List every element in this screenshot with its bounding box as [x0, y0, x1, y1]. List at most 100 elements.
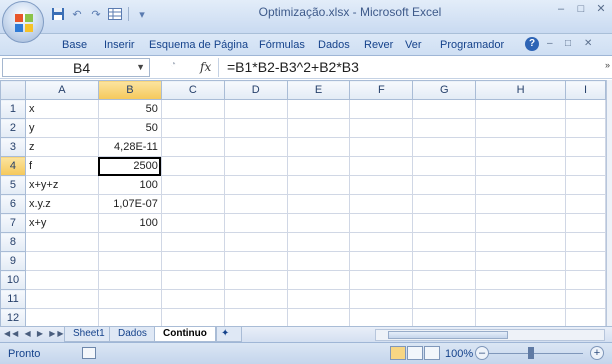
- zoom-level[interactable]: 100%: [445, 348, 473, 360]
- cell-a5[interactable]: x+y+z: [24, 175, 99, 195]
- ribbon-close-button[interactable]: ✕: [584, 38, 592, 49]
- cell-g12[interactable]: [412, 308, 477, 328]
- insert-sheet-icon[interactable]: ✦: [216, 327, 242, 342]
- cell-h11[interactable]: [475, 289, 567, 309]
- row-header[interactable]: 8: [0, 232, 26, 252]
- cell-d7[interactable]: [223, 213, 288, 233]
- cell-h2[interactable]: [475, 118, 567, 138]
- cell-i9[interactable]: [565, 251, 606, 271]
- cell-e12[interactable]: [286, 308, 351, 328]
- formula-expand-icon[interactable]: »: [605, 60, 610, 70]
- vertical-scrollbar[interactable]: [606, 80, 612, 326]
- cell-g11[interactable]: [412, 289, 477, 309]
- cell-f7[interactable]: [349, 213, 414, 233]
- cell-g2[interactable]: [412, 118, 477, 138]
- cell-b7[interactable]: 100: [97, 213, 162, 233]
- row-header[interactable]: 12: [0, 308, 26, 328]
- column-header-i[interactable]: I: [565, 80, 606, 100]
- cell-i1[interactable]: [565, 99, 606, 119]
- cell-b12[interactable]: [97, 308, 162, 328]
- cell-g8[interactable]: [412, 232, 477, 252]
- tab-base[interactable]: Base: [62, 39, 87, 51]
- cell-f11[interactable]: [349, 289, 414, 309]
- cell-i2[interactable]: [565, 118, 606, 138]
- row-header[interactable]: 5: [0, 175, 26, 195]
- formula-input[interactable]: =B1*B2-B3^2+B2*B3: [218, 58, 606, 77]
- cell-b10[interactable]: [97, 270, 162, 290]
- cell-h10[interactable]: [475, 270, 567, 290]
- help-icon[interactable]: ?: [525, 37, 539, 51]
- cell-g9[interactable]: [412, 251, 477, 271]
- cell-h12[interactable]: [475, 308, 567, 328]
- cell-e6[interactable]: [286, 194, 351, 214]
- zoom-slider-thumb[interactable]: [528, 347, 534, 359]
- cell-a9[interactable]: [24, 251, 99, 271]
- cell-g7[interactable]: [412, 213, 477, 233]
- row-header[interactable]: 2: [0, 118, 26, 138]
- page-layout-view-button[interactable]: [407, 346, 423, 360]
- minimize-button[interactable]: –: [554, 2, 568, 16]
- cell-a10[interactable]: [24, 270, 99, 290]
- sheet-navigation-arrows[interactable]: ◀◀ ◀ ▶ ▶▶: [4, 329, 66, 338]
- cell-h8[interactable]: [475, 232, 567, 252]
- cell-i4[interactable]: [565, 156, 606, 176]
- cell-a6[interactable]: x.y.z: [24, 194, 99, 214]
- office-button[interactable]: [2, 1, 44, 43]
- cell-a7[interactable]: x+y: [24, 213, 99, 233]
- select-all-corner[interactable]: [0, 80, 26, 100]
- cell-d8[interactable]: [223, 232, 288, 252]
- cell-e10[interactable]: [286, 270, 351, 290]
- sheet-tab-dados[interactable]: Dados: [109, 327, 156, 342]
- cell-d9[interactable]: [223, 251, 288, 271]
- name-box[interactable]: B4 ▼: [2, 58, 150, 77]
- column-header-c[interactable]: C: [160, 80, 225, 100]
- cell-b3[interactable]: 4,28E-11: [97, 137, 162, 157]
- cell-c11[interactable]: [160, 289, 225, 309]
- cell-c10[interactable]: [160, 270, 225, 290]
- cell-e4[interactable]: [286, 156, 351, 176]
- cell-d12[interactable]: [223, 308, 288, 328]
- cell-b5[interactable]: 100: [97, 175, 162, 195]
- cell-a3[interactable]: z: [24, 137, 99, 157]
- table-icon[interactable]: [107, 6, 123, 22]
- macro-record-icon[interactable]: [82, 347, 96, 359]
- cell-d1[interactable]: [223, 99, 288, 119]
- cell-c6[interactable]: [160, 194, 225, 214]
- cell-e8[interactable]: [286, 232, 351, 252]
- cell-b1[interactable]: 50: [97, 99, 162, 119]
- cell-a2[interactable]: y: [24, 118, 99, 138]
- cell-i10[interactable]: [565, 270, 606, 290]
- column-header-b[interactable]: B: [97, 80, 162, 100]
- cell-g5[interactable]: [412, 175, 477, 195]
- cell-c1[interactable]: [160, 99, 225, 119]
- cell-i3[interactable]: [565, 137, 606, 157]
- cell-a11[interactable]: [24, 289, 99, 309]
- cell-i11[interactable]: [565, 289, 606, 309]
- cell-d5[interactable]: [223, 175, 288, 195]
- tab-formulas[interactable]: Fórmulas: [259, 39, 305, 51]
- cell-c3[interactable]: [160, 137, 225, 157]
- ribbon-minimize-button[interactable]: –: [547, 38, 553, 49]
- sheet-tab-sheet1[interactable]: Sheet1: [64, 327, 114, 342]
- cell-f5[interactable]: [349, 175, 414, 195]
- cell-b11[interactable]: [97, 289, 162, 309]
- cell-g6[interactable]: [412, 194, 477, 214]
- cell-h7[interactable]: [475, 213, 567, 233]
- cell-e2[interactable]: [286, 118, 351, 138]
- cell-i7[interactable]: [565, 213, 606, 233]
- cell-c4[interactable]: [160, 156, 225, 176]
- cell-e11[interactable]: [286, 289, 351, 309]
- cell-f2[interactable]: [349, 118, 414, 138]
- cell-f10[interactable]: [349, 270, 414, 290]
- cell-d11[interactable]: [223, 289, 288, 309]
- column-header-d[interactable]: D: [223, 80, 288, 100]
- cell-f6[interactable]: [349, 194, 414, 214]
- cell-g3[interactable]: [412, 137, 477, 157]
- cell-f12[interactable]: [349, 308, 414, 328]
- cell-c7[interactable]: [160, 213, 225, 233]
- expand-icon[interactable]: ◔: [170, 59, 184, 75]
- row-header[interactable]: 4: [0, 156, 26, 176]
- tab-esquema-de-pagina[interactable]: Esquema de Página: [149, 39, 248, 51]
- row-header[interactable]: 9: [0, 251, 26, 271]
- cell-h3[interactable]: [475, 137, 567, 157]
